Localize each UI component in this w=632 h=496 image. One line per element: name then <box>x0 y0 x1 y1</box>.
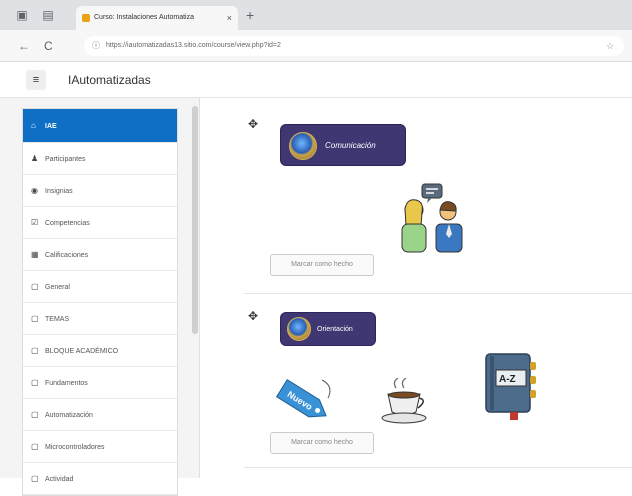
folder-icon: ▢ <box>31 410 39 419</box>
notebook-icon: A-Z <box>485 353 536 420</box>
nav-item-label: Competencias <box>45 220 90 227</box>
browser-tab[interactable]: Curso: Instalaciones Automatiza × <box>76 6 238 30</box>
nav-item-label: Insignias <box>45 188 73 195</box>
nav-item-competencias[interactable]: ☑ Competencias <box>23 207 177 239</box>
nav-item-label: IAE <box>45 123 57 130</box>
nav-item-label: BLOQUE ACADÉMICO <box>45 348 119 355</box>
nav-item-participantes[interactable]: ♟ Participantes <box>23 143 177 175</box>
nav-item-label: General <box>45 284 70 291</box>
mark-complete-button[interactable]: Marcar como hecho <box>270 254 374 276</box>
globe-badge-icon <box>289 132 317 160</box>
move-icon[interactable]: ✥ <box>248 310 258 322</box>
label-card: Orientación <box>280 312 376 346</box>
people-talking-icon <box>401 183 463 253</box>
url-text: https://iautomatizadas13.sitio.com/cours… <box>106 42 281 49</box>
address-bar: ← C ⓘ https://iautomatizadas13.sitio.com… <box>0 30 632 62</box>
check-square-icon: ☑ <box>31 218 39 227</box>
globe-badge-icon <box>287 317 311 341</box>
url-input[interactable]: ⓘ https://iautomatizadas13.sitio.com/cou… <box>84 36 624 56</box>
course-section: ✥ Comunicación Marcar como hecho <box>244 110 632 294</box>
folder-icon: ▢ <box>31 378 39 387</box>
nav-item-label: Microcontroladores <box>45 444 105 451</box>
window-icon[interactable]: ▣ <box>14 7 30 23</box>
nav-item-fundamentos[interactable]: ▢ Fundamentos <box>23 367 177 399</box>
nav-item-insignias[interactable]: ◉ Insignias <box>23 175 177 207</box>
folder-icon: ▢ <box>31 442 39 451</box>
nav-item-iae[interactable]: ⌂ IAE <box>23 109 177 143</box>
reload-button[interactable]: C <box>44 39 53 53</box>
folder-icon: ▢ <box>31 314 39 323</box>
nav-item-general[interactable]: ▢ General <box>23 271 177 303</box>
tab-actions-icon[interactable]: ▤ <box>40 7 56 23</box>
drawer-scrollbar[interactable] <box>192 106 198 334</box>
nav-item-calificaciones[interactable]: ▦ Calificaciones <box>23 239 177 271</box>
nav-item-label: Automatización <box>45 412 93 419</box>
new-tab-button[interactable]: + <box>246 8 254 22</box>
site-header: ≡ IAutomatizadas <box>0 62 632 98</box>
nav-item-actividad[interactable]: ▢ Actividad <box>23 463 177 495</box>
nav-item-label: Fundamentos <box>45 380 88 387</box>
nav-drawer: ⌂ IAE ♟ Participantes ◉ Insignias ☑ Competencia… <box>0 98 200 496</box>
folder-icon: ▢ <box>31 346 39 355</box>
nav-item-temas[interactable]: ▢ TEMAS <box>23 303 177 335</box>
graduation-cap-icon: ⌂ <box>31 121 36 130</box>
drawer-toggle-button[interactable]: ≡ <box>26 70 46 90</box>
site-favicon-icon <box>82 14 90 22</box>
nav-item-bloque-académico[interactable]: ▢ BLOQUE ACADÉMICO <box>23 335 177 367</box>
tab-close-icon[interactable]: × <box>227 6 232 30</box>
nav-item-label: TEMAS <box>45 316 70 323</box>
nav-item-label: Actividad <box>45 476 74 483</box>
favorite-star-icon[interactable]: ☆ <box>606 36 614 56</box>
nav-item-label: Participantes <box>45 156 86 163</box>
section-banner: Comunicación <box>280 116 416 172</box>
nav-item-microcontroladores[interactable]: ▢ Microcontroladores <box>23 431 177 463</box>
browser-tab-strip: ▣ ▤ Curso: Instalaciones Automatiza × + <box>0 0 632 30</box>
coffee-cup-icon <box>381 378 427 424</box>
site-title[interactable]: IAutomatizadas <box>68 73 151 87</box>
badge-label: Comunicación <box>325 141 376 150</box>
users-icon: ♟ <box>31 154 39 163</box>
notebook-label: A-Z <box>499 374 516 385</box>
site-info-icon[interactable]: ⓘ <box>92 36 100 56</box>
shield-icon: ◉ <box>31 186 38 195</box>
section-banner: Orientación <box>280 308 416 364</box>
nav-item-automatización[interactable]: ▢ Automatización <box>23 399 177 431</box>
back-button[interactable]: ← <box>18 39 30 53</box>
new-tag-icon: Nuevo <box>275 379 331 418</box>
course-content: ✥ Comunicación Marcar como hecho ✥ Orien… <box>200 98 632 478</box>
tab-title: Curso: Instalaciones Automatiza <box>94 14 194 21</box>
course-section: ✥ Orientación Nuevo A-Z Marcar como hech… <box>244 302 632 468</box>
mark-complete-button[interactable]: Marcar como hecho <box>270 432 374 454</box>
table-icon: ▦ <box>31 250 39 259</box>
badge-label: Orientación <box>317 326 353 333</box>
folder-icon: ▢ <box>31 474 39 483</box>
nav-item-label: Calificaciones <box>45 252 89 259</box>
course-index: ⌂ IAE ♟ Participantes ◉ Insignias ☑ Competencia… <box>22 108 178 496</box>
move-icon[interactable]: ✥ <box>248 118 258 130</box>
label-card: Comunicación <box>280 124 406 166</box>
folder-icon: ▢ <box>31 282 39 291</box>
